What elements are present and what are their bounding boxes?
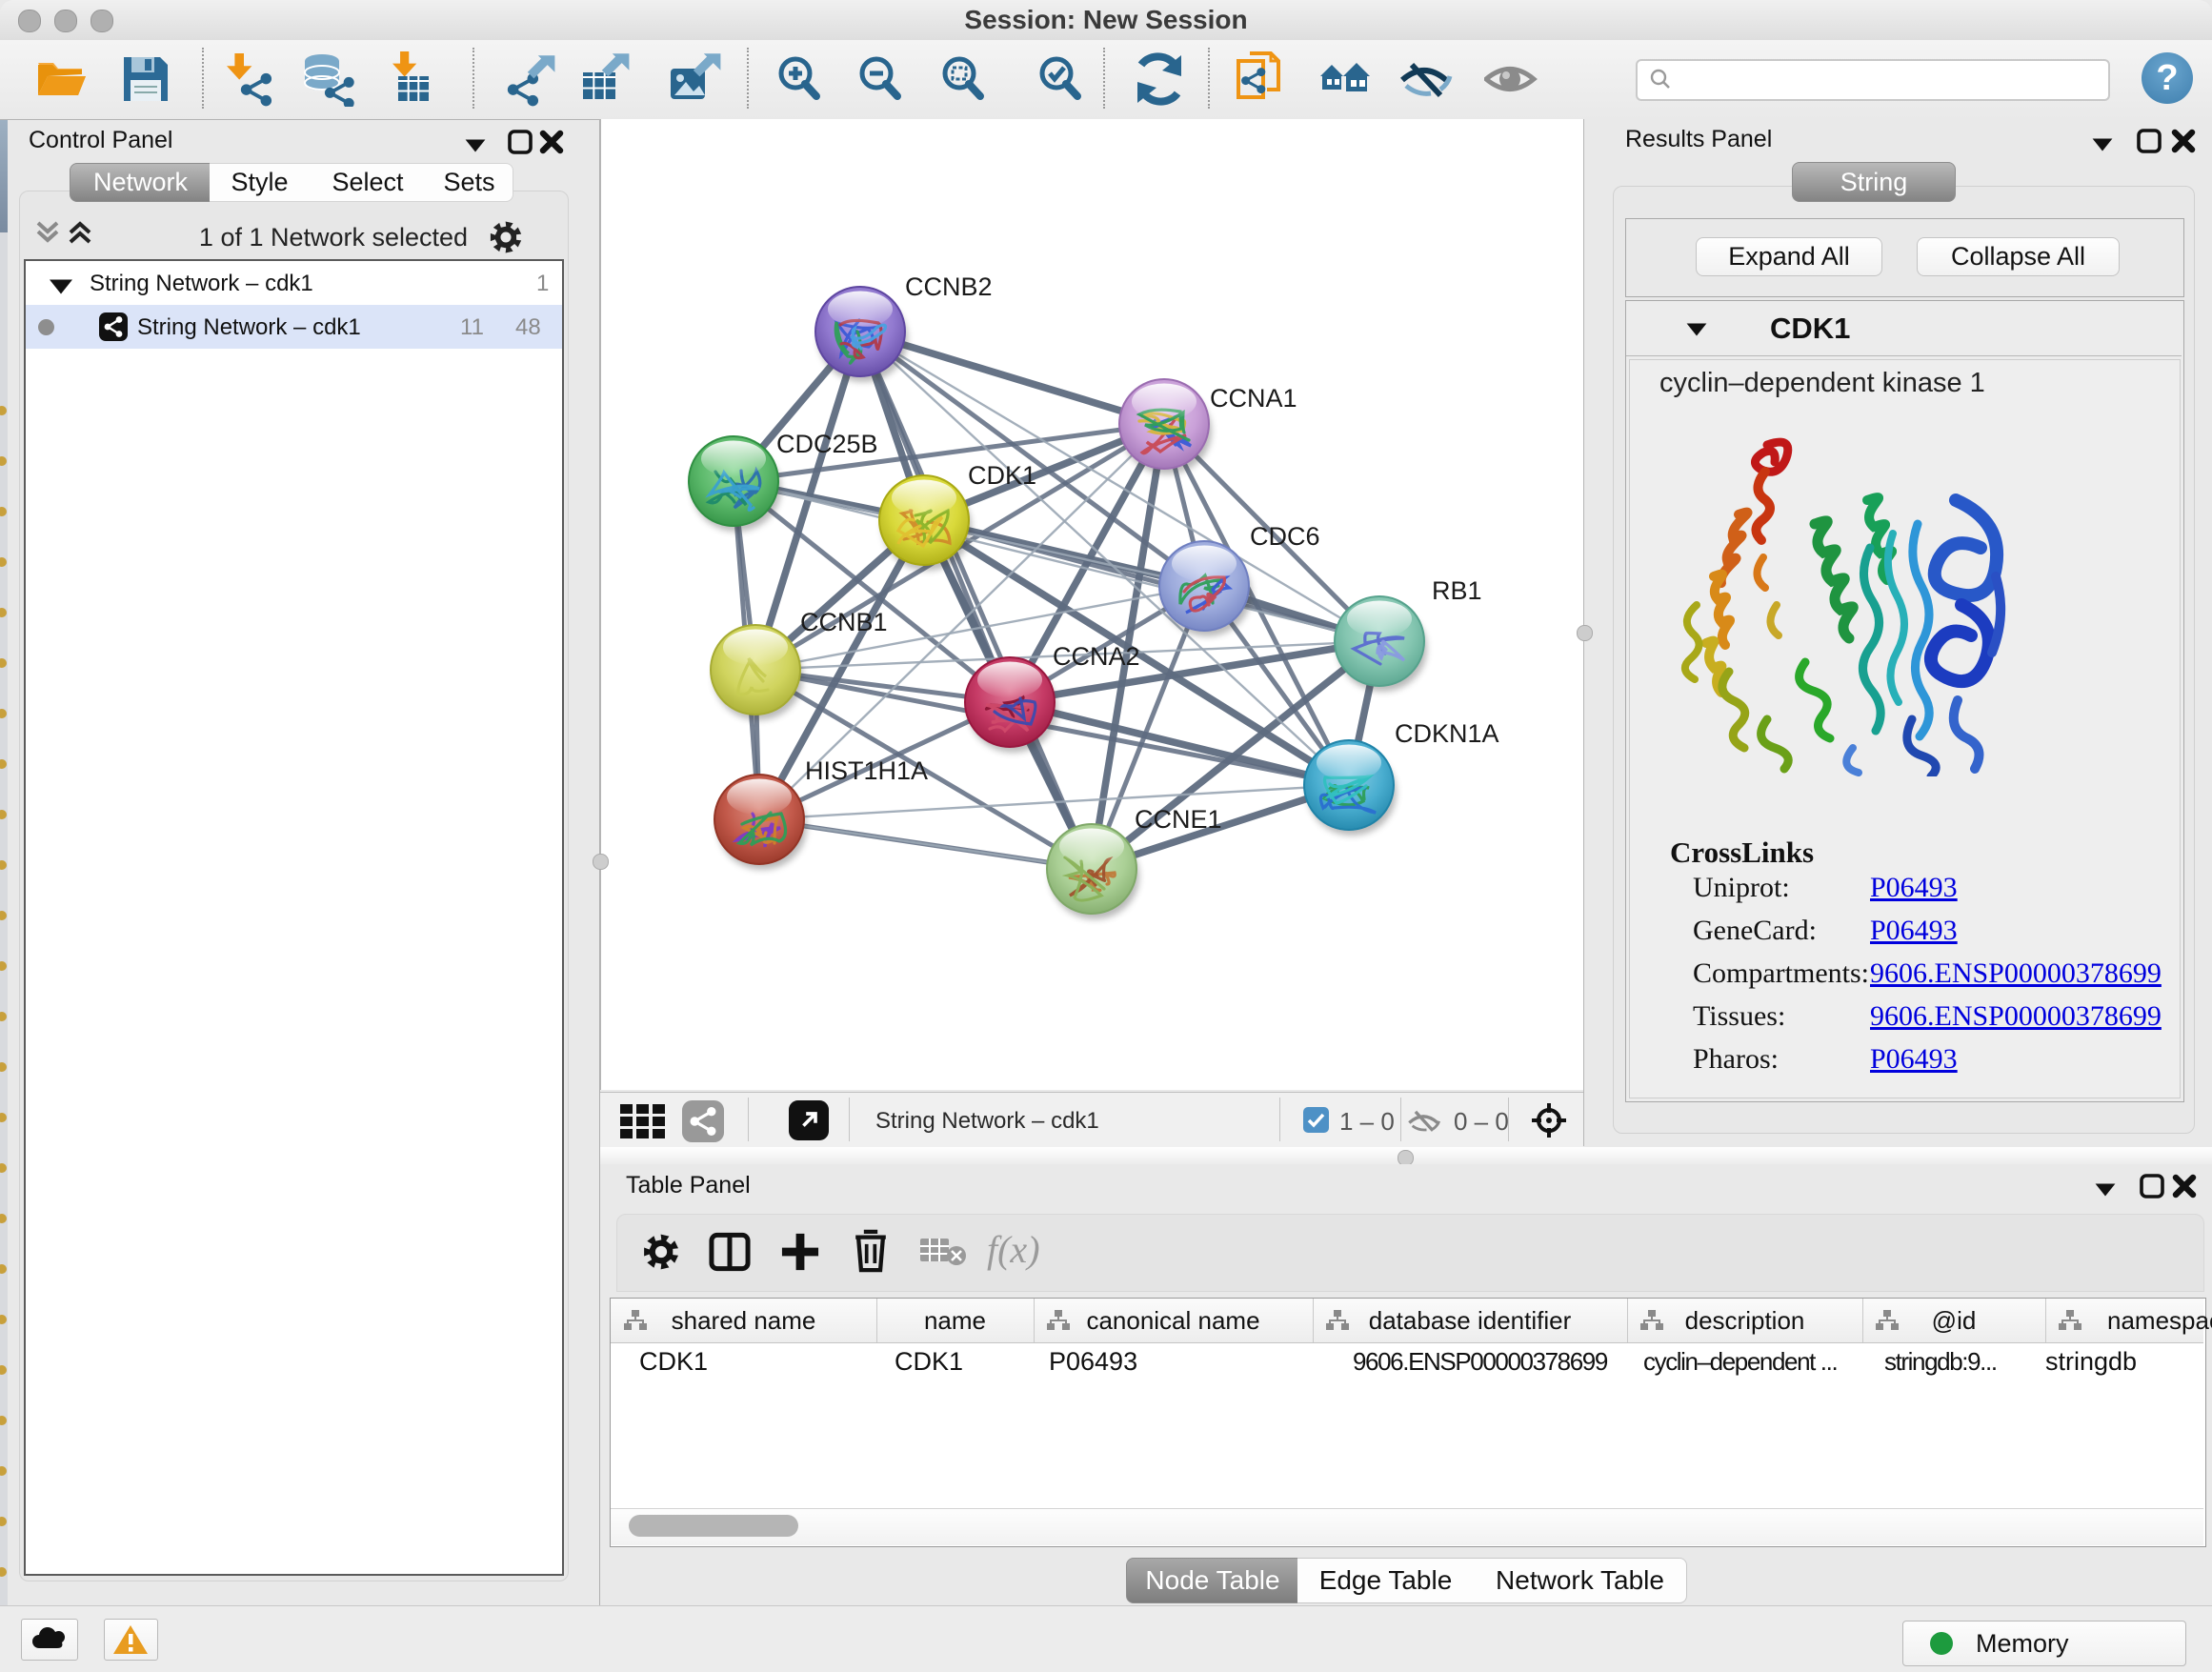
svg-text:CDC6: CDC6: [1250, 522, 1320, 551]
svg-text:CDK1: CDK1: [968, 461, 1036, 490]
svg-text:CCNE1: CCNE1: [1135, 805, 1222, 834]
svg-text:CDKN1A: CDKN1A: [1395, 719, 1499, 748]
svg-text:CCNA1: CCNA1: [1210, 384, 1297, 413]
svg-text:CCNB1: CCNB1: [800, 608, 888, 636]
svg-text:HIST1H1A: HIST1H1A: [805, 756, 928, 785]
svg-text:CCNA2: CCNA2: [1053, 642, 1140, 671]
svg-text:RB1: RB1: [1432, 576, 1482, 605]
svg-text:CDC25B: CDC25B: [776, 430, 878, 458]
svg-text:CCNB2: CCNB2: [905, 272, 993, 301]
